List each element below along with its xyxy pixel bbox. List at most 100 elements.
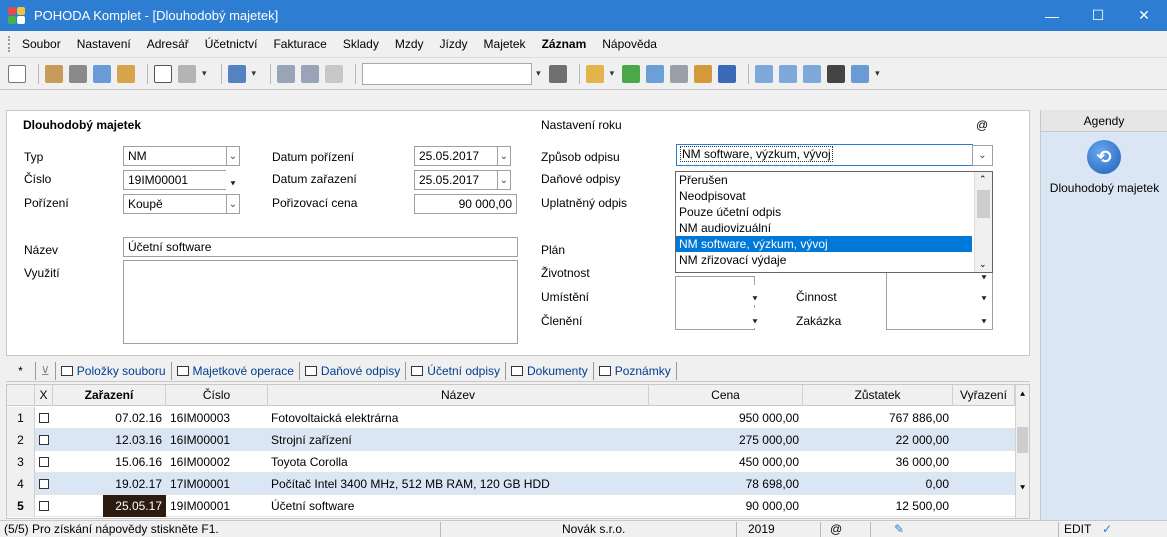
datum-zarazeni-field[interactable]: 25.05.2017 (414, 170, 498, 190)
menu-sklady[interactable]: Sklady (343, 37, 379, 51)
tab-danove-odpisy[interactable]: Daňové odpisy (300, 361, 407, 380)
tab-majetkove-operace[interactable]: Majetkové operace (172, 361, 300, 380)
typ-dropdown-arrow[interactable]: ⌄ (226, 146, 240, 166)
zpusob-odpisu-select[interactable]: NM software, výzkum, vývoj (676, 144, 973, 166)
col-zarazeni[interactable]: Zařazení (53, 385, 166, 406)
list-icon[interactable] (779, 64, 798, 83)
row-checkbox[interactable] (39, 435, 49, 445)
menu-soubor[interactable]: Soubor (22, 37, 61, 51)
row-checkbox[interactable] (39, 413, 49, 423)
table-row[interactable]: 2 12.03.16 16IM00001 Strojní zařízení 27… (7, 429, 1015, 451)
dropdown-option[interactable]: Přerušen (676, 172, 972, 188)
porizovaci-cena-field[interactable]: 90 000,00 (414, 194, 517, 214)
maximize-button[interactable]: ☐ (1075, 0, 1121, 31)
table-scrollbar[interactable]: ⯅ ⯆ (1015, 385, 1029, 518)
zpusob-odpisu-dropdown-list: Přerušen Neodpisovat Pouze účetní odpis … (675, 171, 993, 273)
row-checkbox[interactable] (39, 457, 49, 467)
menu-nastaveni[interactable]: Nastavení (77, 37, 131, 51)
dropdown-option-selected[interactable]: NM software, výzkum, vývoj (676, 236, 972, 252)
folder-icon[interactable] (585, 64, 604, 83)
cislo-field[interactable]: 19IM00001 (123, 170, 227, 190)
menu-bar: Soubor Nastavení Adresář Účetnictví Fakt… (0, 31, 1167, 58)
export-icon[interactable] (117, 64, 135, 83)
minimize-button[interactable]: — (1029, 0, 1075, 31)
porizeni-select[interactable]: Koupě (123, 194, 227, 214)
table-row[interactable]: 3 15.06.16 16IM00002 Toyota Corolla 450 … (7, 451, 1015, 473)
tab-polozky-souboru[interactable]: Položky souboru (56, 361, 172, 380)
tab-dokumenty[interactable]: Dokumenty (506, 361, 594, 380)
menu-zaznam[interactable]: Záznam (542, 37, 587, 51)
ban-icon[interactable] (718, 64, 737, 83)
preview-icon[interactable] (93, 64, 111, 83)
dropdown-scrollbar[interactable]: ⌃ ⌄ (974, 172, 992, 272)
zpusob-odpisu-dropdown-arrow[interactable]: ⌄ (972, 145, 993, 166)
dropdown-option[interactable]: Neodpisovat (676, 188, 972, 204)
person-icon[interactable] (827, 64, 846, 83)
col-zustatek[interactable]: Zůstatek (803, 385, 953, 406)
table-icon (176, 365, 189, 376)
filter-icon[interactable] (548, 64, 567, 83)
tab-asterisk[interactable]: * (6, 361, 36, 380)
danove-odpisy-label: Daňové odpisy (541, 172, 621, 186)
edit-icon[interactable] (178, 64, 196, 83)
cleneni-spinner[interactable]: ⯆ (748, 308, 762, 328)
col-x[interactable]: X (35, 385, 53, 406)
menu-fakturace[interactable]: Fakturace (273, 37, 326, 51)
toolbar-search-input[interactable] (362, 62, 533, 85)
tab-poznamky[interactable]: Poznámky (594, 361, 677, 380)
cleneni-label: Členění (541, 314, 583, 328)
new-record-icon[interactable] (154, 64, 172, 83)
datum-zarazeni-dropdown-arrow[interactable]: ⌄ (497, 170, 511, 190)
vyuziti-textarea[interactable] (123, 260, 518, 344)
print-icon[interactable] (69, 64, 87, 83)
status-mode: EDIT (1064, 522, 1092, 536)
agenda-switch-icon[interactable] (8, 64, 26, 83)
umisteni-field[interactable] (675, 276, 755, 330)
menu-majetek[interactable]: Majetek (484, 37, 526, 51)
dropdown-option[interactable]: NM zřizovací výdaje (676, 252, 972, 268)
tab-ucetni-odpisy[interactable]: Účetní odpisy (406, 361, 506, 380)
table-row-selected[interactable]: 5 25.05.17 19IM00001 Účetní software 90 … (7, 495, 1015, 517)
dropdown-option[interactable]: NM audiovizuální (676, 220, 972, 236)
row-checkbox[interactable] (39, 479, 49, 489)
print-preview-icon[interactable] (45, 64, 63, 83)
zakazka-spinner[interactable]: ⯆ (977, 308, 991, 328)
umisteni-spinner[interactable]: ⯆ (748, 285, 762, 305)
col-cislo[interactable]: Číslo (166, 385, 268, 406)
porizeni-dropdown-arrow[interactable]: ⌄ (226, 194, 240, 214)
dlouhodoby-majetek-icon[interactable]: ⟲ (1087, 140, 1121, 174)
copy-icon[interactable] (325, 64, 344, 83)
menu-jizdy[interactable]: Jízdy (440, 37, 468, 51)
calendar-icon[interactable] (646, 64, 665, 83)
datum-porizeni-field[interactable]: 25.05.2017 (414, 146, 498, 166)
nazev-field[interactable]: Účetní software (123, 237, 518, 257)
attachment-icon[interactable] (622, 64, 641, 83)
back-arrow-icon[interactable] (227, 64, 246, 83)
dropdown-option[interactable]: Pouze účetní odpis (676, 204, 972, 220)
col-nazev[interactable]: Název (268, 385, 649, 406)
col-vyrazeni[interactable]: Vyřazení (953, 385, 1015, 406)
calculator-icon[interactable] (670, 64, 689, 83)
table-row[interactable]: 4 19.02.17 17IM00001 Počítač Intel 3400 … (7, 473, 1015, 495)
row-checkbox[interactable] (39, 501, 49, 511)
save-icon[interactable] (277, 64, 296, 83)
menu-adresar[interactable]: Adresář (147, 37, 189, 51)
table-row[interactable]: 1 07.02.16 16IM00003 Fotovoltaická elekt… (7, 407, 1015, 429)
filter-tab-icon[interactable]: ⊻ (36, 361, 56, 380)
cislo-spinner[interactable]: ⯆ (226, 170, 240, 190)
col-cena[interactable]: Cena (649, 385, 803, 406)
datum-porizeni-dropdown-arrow[interactable]: ⌄ (497, 146, 511, 166)
report-icon[interactable] (803, 64, 822, 83)
close-button[interactable]: ✕ (1121, 0, 1167, 31)
users-icon[interactable] (694, 64, 713, 83)
cinnost-spinner[interactable]: ⯆ (977, 285, 991, 305)
menu-napoveda[interactable]: Nápověda (602, 37, 657, 51)
menu-mzdy[interactable]: Mzdy (395, 37, 424, 51)
agenda-dlouhodoby-majetek[interactable]: Dlouhodobý majetek (1041, 180, 1167, 196)
typ-select[interactable]: NM (123, 146, 227, 166)
menu-ucetnictvi[interactable]: Účetnictví (205, 37, 258, 51)
help-pointer-icon[interactable] (851, 64, 870, 83)
table-icon (60, 365, 73, 376)
save-as-icon[interactable] (301, 64, 320, 83)
document-icon[interactable] (755, 64, 774, 83)
